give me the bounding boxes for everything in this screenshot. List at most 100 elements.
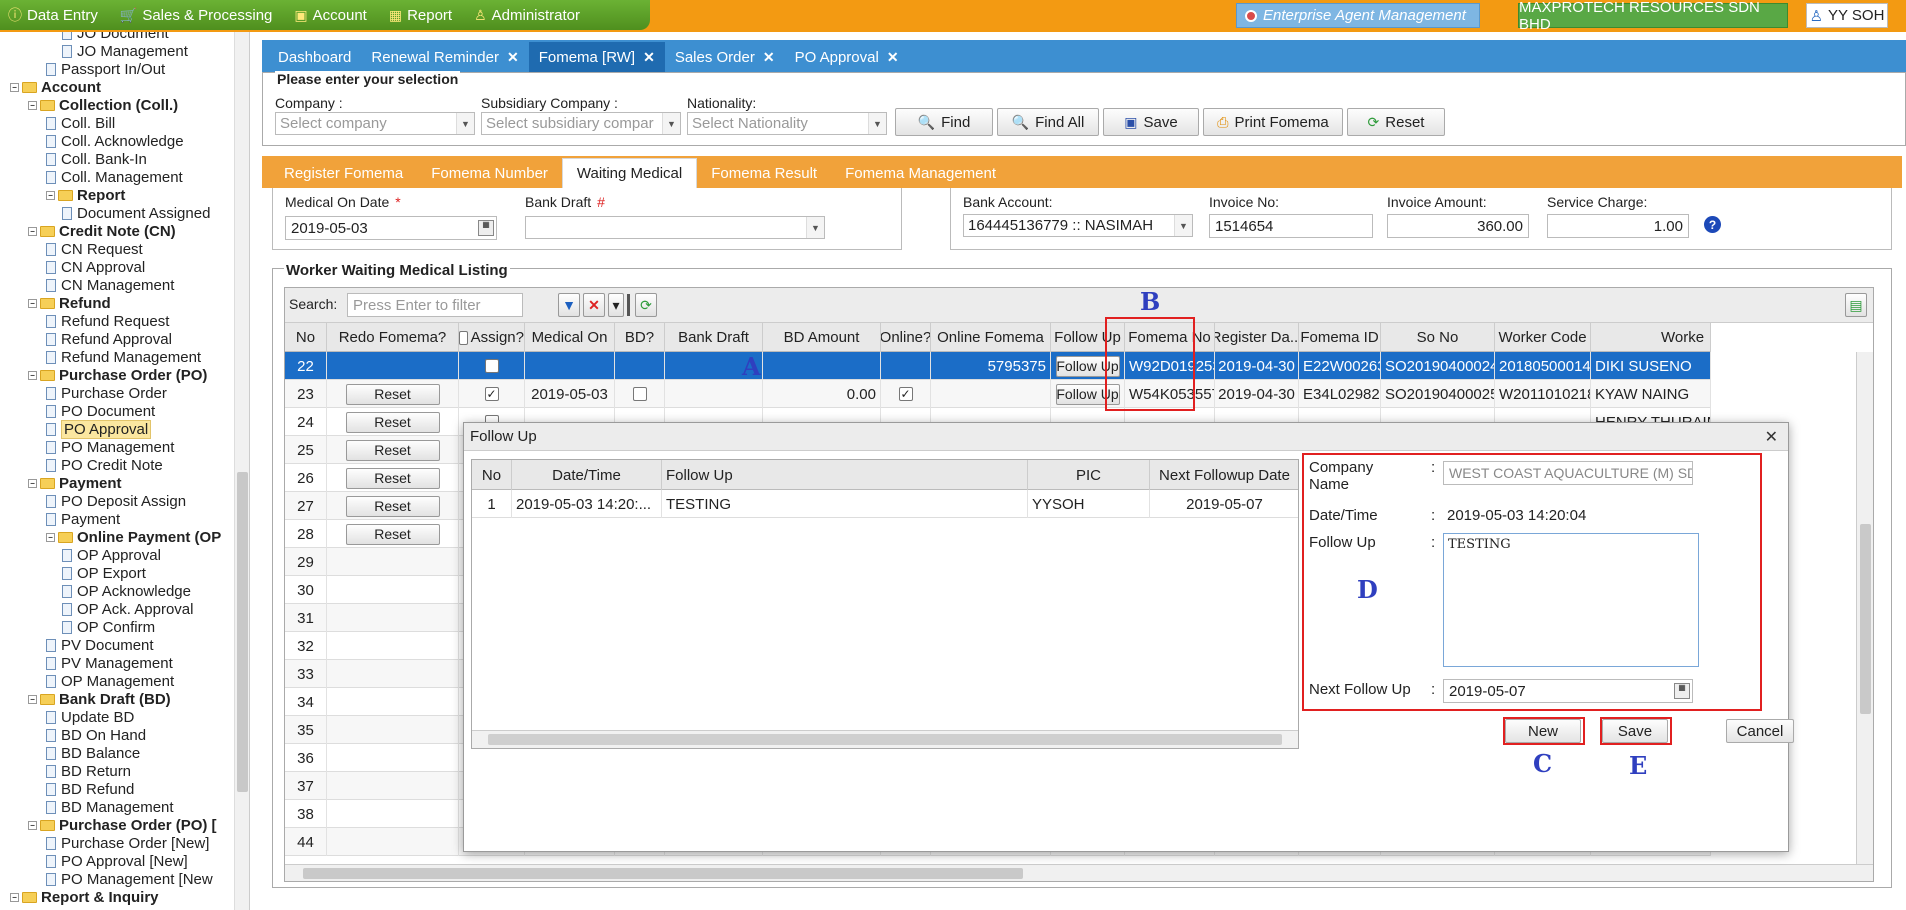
- sidebar-item[interactable]: PV Document: [46, 636, 154, 654]
- sidebar-item[interactable]: − Report & Inquiry: [10, 888, 159, 906]
- reset-button[interactable]: Reset: [345, 523, 440, 545]
- cancel-button[interactable]: Cancel: [1726, 719, 1794, 743]
- sidebar-item[interactable]: PO Management: [46, 438, 174, 456]
- sidebar-item[interactable]: Coll. Acknowledge: [46, 132, 184, 150]
- sidebar-item[interactable]: PO Approval [New]: [46, 852, 188, 870]
- bd-checkbox[interactable]: [632, 387, 647, 401]
- tab-sales-order[interactable]: Sales Order ✕: [665, 42, 785, 72]
- sidebar-item[interactable]: Document Assigned: [62, 204, 210, 222]
- sidebar-item[interactable]: OP Approval: [62, 546, 161, 564]
- menu-sales-processing[interactable]: 🛒 Sales & Processing: [120, 7, 273, 24]
- sidebar-item[interactable]: − Bank Draft (BD): [28, 690, 171, 708]
- table-row[interactable]: 23 Reset ✓ 2019-05-03 0.00 ✓ Follow Up W54K0535…: [285, 380, 1711, 408]
- sidebar-item[interactable]: Payment: [46, 510, 120, 528]
- dialog-save-button[interactable]: Save: [1602, 719, 1668, 743]
- medical-date-input[interactable]: 2019-05-03 ▦: [285, 216, 497, 240]
- sidebar-item[interactable]: Refund Management: [46, 348, 201, 366]
- print-fomema-button[interactable]: ⎙ Print Fomema: [1203, 108, 1343, 136]
- close-icon[interactable]: ✕: [1765, 427, 1778, 447]
- new-button[interactable]: New: [1505, 719, 1581, 743]
- col-datetime[interactable]: Date/Time: [512, 460, 662, 490]
- close-icon[interactable]: ✕: [763, 49, 775, 66]
- company-name-field[interactable]: WEST COAST AQUACULTURE (M) SD: [1443, 461, 1693, 485]
- sidebar-item[interactable]: − Credit Note (CN): [28, 222, 176, 240]
- sidebar-item[interactable]: CN Request: [46, 240, 143, 258]
- subsidiary-select[interactable]: Select subsidiary compar ▼: [481, 112, 681, 135]
- sidebar-item[interactable]: − Refund: [28, 294, 111, 312]
- collapse-icon[interactable]: −: [46, 190, 55, 200]
- sidebar-item[interactable]: PO Approval: [46, 419, 152, 439]
- save-button[interactable]: ▣ Save: [1103, 108, 1199, 136]
- sidebar-item[interactable]: − Purchase Order (PO): [28, 366, 207, 384]
- col-follow[interactable]: Follow Up: [1051, 323, 1125, 352]
- sidebar-item[interactable]: PO Credit Note: [46, 456, 163, 474]
- sidebar-item[interactable]: JO Management: [62, 42, 188, 60]
- col-fomema-id[interactable]: Fomema ID: [1299, 323, 1381, 352]
- grid-hscroll-thumb[interactable]: [303, 868, 1023, 879]
- bank-account-select[interactable]: 164445136779 :: NASIMAH ▼: [963, 214, 1193, 237]
- col-so[interactable]: So No: [1381, 323, 1495, 352]
- chevron-down-icon[interactable]: ▾: [608, 293, 624, 317]
- grid-horizontal-scrollbar[interactable]: [285, 864, 1873, 881]
- sidebar-item[interactable]: PO Deposit Assign: [46, 492, 186, 510]
- collapse-icon[interactable]: −: [28, 226, 37, 236]
- collapse-icon[interactable]: −: [28, 370, 37, 380]
- clear-filter-icon[interactable]: ✕: [583, 293, 605, 317]
- refresh-icon[interactable]: ⟳: [635, 293, 657, 317]
- reset-button[interactable]: Reset: [345, 411, 440, 433]
- collapse-icon[interactable]: −: [10, 82, 19, 92]
- sidebar-item[interactable]: CN Approval: [46, 258, 145, 276]
- grid-vscroll-thumb[interactable]: [1860, 524, 1871, 714]
- collapse-icon[interactable]: −: [10, 892, 19, 902]
- collapse-icon[interactable]: −: [28, 100, 37, 110]
- sidebar-item[interactable]: Refund Request: [46, 312, 169, 330]
- select-all-checkbox[interactable]: [459, 330, 468, 345]
- sidebar-item[interactable]: OP Export: [62, 564, 146, 582]
- excel-export-icon[interactable]: ▤: [1845, 293, 1867, 317]
- reset-button[interactable]: Reset: [345, 383, 440, 405]
- sidebar-item[interactable]: JO Document: [62, 32, 169, 42]
- col-no[interactable]: No: [472, 460, 512, 490]
- collapse-icon[interactable]: −: [46, 532, 55, 542]
- col-follow-up[interactable]: Follow Up: [662, 460, 1028, 490]
- col-redo[interactable]: Redo Fomema?: [327, 323, 459, 352]
- sidebar-item[interactable]: − Payment: [28, 474, 122, 492]
- collapse-icon[interactable]: −: [28, 820, 37, 830]
- col-assign[interactable]: Assign?: [459, 323, 525, 352]
- close-icon[interactable]: ✕: [507, 49, 519, 66]
- sidebar-item[interactable]: Coll. Bank-In: [46, 150, 147, 168]
- follow-up-button[interactable]: Follow Up: [1055, 383, 1120, 405]
- col-no[interactable]: No: [285, 323, 327, 352]
- follow-up-hscrollbar[interactable]: [472, 730, 1298, 748]
- sidebar-item[interactable]: Passport In/Out: [46, 60, 165, 78]
- collapse-icon[interactable]: −: [28, 298, 37, 308]
- sidebar-item[interactable]: BD Return: [46, 762, 131, 780]
- subtab-register-fomema[interactable]: Register Fomema: [270, 158, 417, 188]
- subtab-fomema-management[interactable]: Fomema Management: [831, 158, 1010, 188]
- col-bd[interactable]: BD?: [615, 323, 665, 352]
- service-charge-input[interactable]: 1.00: [1547, 214, 1689, 238]
- tab-dashboard[interactable]: Dashboard: [268, 42, 361, 72]
- follow-up-textarea[interactable]: TESTING: [1443, 533, 1699, 667]
- sidebar-item[interactable]: OP Ack. Approval: [62, 600, 193, 618]
- sidebar-item[interactable]: BD Management: [46, 798, 174, 816]
- follow-up-button[interactable]: Follow Up: [1055, 355, 1120, 377]
- sidebar-item[interactable]: OP Acknowledge: [62, 582, 191, 600]
- sidebar-item[interactable]: PV Management: [46, 654, 173, 672]
- online-checkbox[interactable]: ✓: [898, 387, 913, 401]
- grid-vertical-scrollbar[interactable]: [1856, 352, 1873, 866]
- sidebar-item[interactable]: OP Management: [46, 672, 174, 690]
- reset-button[interactable]: Reset: [345, 467, 440, 489]
- sidebar-item[interactable]: − Online Payment (OP: [46, 528, 221, 546]
- subtab-waiting-medical[interactable]: Waiting Medical: [561, 158, 698, 188]
- reset-button[interactable]: ⟳ Reset: [1347, 108, 1445, 136]
- close-icon[interactable]: ✕: [887, 49, 899, 66]
- col-reg[interactable]: Register Da...: [1215, 323, 1299, 352]
- table-row[interactable]: 22 5795375 Follow Up W92D019253 2019-04-30 E2…: [285, 352, 1711, 380]
- col-medical[interactable]: Medical On: [525, 323, 615, 352]
- assign-checkbox[interactable]: [484, 359, 499, 373]
- follow-up-hscroll-thumb[interactable]: [488, 734, 1282, 745]
- sidebar-item[interactable]: Coll. Bill: [46, 114, 115, 132]
- assign-checkbox[interactable]: ✓: [484, 387, 499, 401]
- sidebar-item[interactable]: Purchase Order [New]: [46, 834, 209, 852]
